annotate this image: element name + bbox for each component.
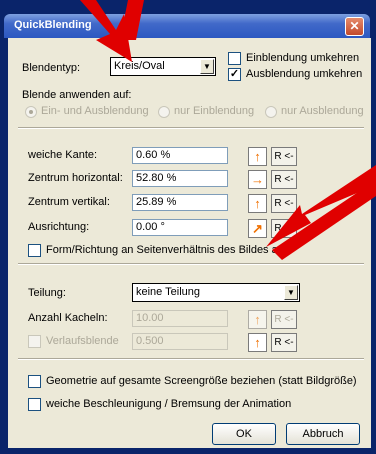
tiling-select[interactable]: keine Teilung ▼ — [132, 283, 300, 302]
chevron-down-icon[interactable]: ▼ — [284, 285, 298, 300]
rotate-icon[interactable]: ↗ — [248, 219, 267, 238]
divider — [18, 127, 364, 129]
soft-edge-reset-button[interactable]: R <- — [271, 147, 297, 166]
title-bar[interactable]: QuickBlending ✕ — [4, 14, 370, 38]
center-h-input[interactable]: 52.80 % — [132, 170, 228, 187]
blend-type-value: Kreis/Oval — [114, 60, 165, 72]
center-h-label: Zentrum horizontal: — [28, 172, 123, 184]
gradient-blend-label: Verlaufsblende — [46, 335, 119, 347]
center-v-reset-button[interactable]: R <- — [271, 194, 297, 213]
soft-edge-label: weiche Kante: — [28, 149, 98, 161]
chevron-down-icon[interactable]: ▼ — [200, 59, 214, 74]
cancel-button[interactable]: Abbruch — [286, 423, 360, 445]
blend-type-select[interactable]: Kreis/Oval ▼ — [110, 57, 216, 76]
arrow-up-icon[interactable]: ↑ — [248, 194, 267, 213]
tiling-value: keine Teilung — [136, 286, 201, 298]
aspect-ratio-checkbox[interactable] — [28, 244, 41, 257]
divider — [18, 358, 364, 360]
invert-fade-out-label: Ausblendung umkehren — [246, 68, 363, 80]
close-icon[interactable]: ✕ — [345, 17, 364, 36]
center-v-input[interactable]: 25.89 % — [132, 194, 228, 211]
orientation-input[interactable]: 0.00 ° — [132, 219, 228, 236]
soft-acceleration-label: weiche Beschleunigung / Bremsung der Ani… — [46, 398, 292, 410]
center-v-label: Zentrum vertikal: — [28, 196, 110, 208]
arrow-right-icon[interactable]: → — [248, 170, 267, 189]
dialog-window: QuickBlending ✕ Blendentyp: Kreis/Oval ▼… — [0, 0, 376, 454]
center-h-reset-button[interactable]: R <- — [271, 170, 297, 189]
tile-count-label: Anzahl Kacheln: — [28, 312, 108, 324]
apply-on-label: Blende anwenden auf: — [22, 89, 132, 101]
gradient-reset-button[interactable]: R <- — [271, 333, 297, 352]
radio-fade-in-label: nur Einblendung — [174, 105, 255, 117]
invert-fade-in-checkbox[interactable] — [228, 52, 241, 65]
radio-fade-in[interactable] — [158, 106, 170, 118]
radio-both[interactable] — [25, 106, 37, 118]
orientation-reset-button[interactable]: R <- — [271, 219, 297, 238]
geometry-screen-label: Geometrie auf gesamte Screengröße bezieh… — [46, 375, 357, 387]
soft-edge-input[interactable]: 0.60 % — [132, 147, 228, 164]
tile-count-reset-button[interactable]: R <- — [271, 310, 297, 329]
orientation-label: Ausrichtung: — [28, 221, 90, 233]
radio-both-label: Ein- und Ausblendung — [41, 105, 149, 117]
radio-fade-out[interactable] — [265, 106, 277, 118]
window-title: QuickBlending — [14, 19, 92, 31]
arrow-up-icon[interactable]: ↑ — [248, 147, 267, 166]
radio-fade-out-label: nur Ausblendung — [281, 105, 364, 117]
tiling-label: Teilung: — [28, 287, 66, 299]
arrow-up-icon[interactable]: ↑ — [248, 310, 267, 329]
aspect-ratio-label: Form/Richtung an Seitenverhältnis des Bi… — [46, 244, 293, 256]
gradient-blend-input[interactable]: 0.500 — [132, 333, 228, 350]
invert-fade-out-checkbox[interactable]: ✓ — [228, 68, 241, 81]
gradient-blend-checkbox[interactable] — [28, 335, 41, 348]
divider — [18, 263, 364, 265]
ok-button[interactable]: OK — [212, 423, 276, 445]
tile-count-input[interactable]: 10.00 — [132, 310, 228, 327]
soft-acceleration-checkbox[interactable] — [28, 398, 41, 411]
arrow-up-icon[interactable]: ↑ — [248, 333, 267, 352]
invert-fade-in-label: Einblendung umkehren — [246, 52, 360, 64]
geometry-screen-checkbox[interactable] — [28, 375, 41, 388]
blend-type-label: Blendentyp: — [22, 62, 81, 74]
dialog-body: Blendentyp: Kreis/Oval ▼ Einblendung umk… — [7, 38, 371, 448]
